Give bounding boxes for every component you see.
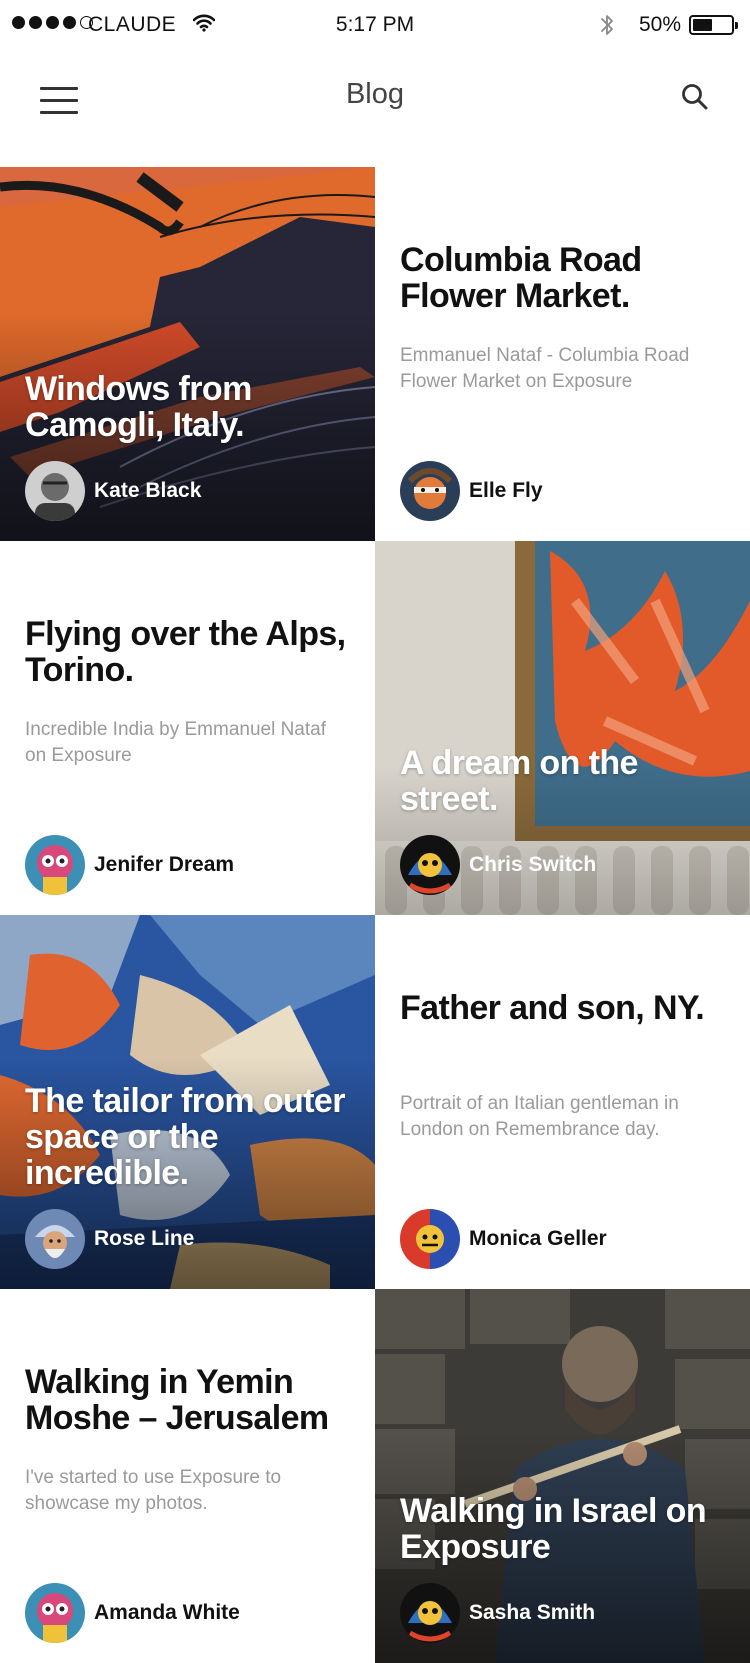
author-avatar <box>25 1209 85 1269</box>
search-button[interactable] <box>678 80 716 118</box>
post-title: Columbia Road Flower Market. <box>400 241 642 315</box>
hamburger-menu-button[interactable] <box>38 83 80 119</box>
status-bar: CLAUDE 5:17 PM 50% <box>0 0 750 50</box>
post-description: Incredible India by Emmanuel Nataf on Ex… <box>25 719 326 766</box>
post-author[interactable]: Kate Black <box>25 461 201 521</box>
bluetooth-icon <box>599 12 615 44</box>
post-title: Walking in Israel on Exposure <box>400 1492 707 1566</box>
post-title: A dream on the street. <box>400 744 638 818</box>
search-icon <box>682 84 708 110</box>
post-description: Portrait of an Italian gentleman in Lond… <box>400 1093 679 1140</box>
post-card[interactable]: Columbia Road Flower Market. Emmanuel Na… <box>375 167 750 541</box>
author-name: Jenifer Dream <box>94 853 235 876</box>
post-description: I've started to use Exposure to showcase… <box>25 1467 282 1514</box>
post-title: Windows from Camogli, Italy. <box>25 370 252 444</box>
post-card[interactable]: The tailor from outer space or the incre… <box>0 915 375 1289</box>
author-avatar <box>400 1583 460 1643</box>
post-card[interactable]: A dream on the street. Chris Switch <box>375 541 750 915</box>
post-author[interactable]: Chris Switch <box>400 835 596 895</box>
post-card[interactable]: Walking in Israel on Exposure Sasha Smit… <box>375 1289 750 1663</box>
author-name: Rose Line <box>94 1227 195 1250</box>
author-avatar <box>400 461 460 521</box>
post-title: Flying over the Alps, Torino. <box>25 615 346 689</box>
author-name: Kate Black <box>94 479 202 502</box>
battery-level-fill <box>693 19 712 31</box>
post-author[interactable]: Sasha Smith <box>400 1583 595 1643</box>
author-name: Monica Geller <box>469 1227 607 1250</box>
post-title: The tailor from outer space or the incre… <box>25 1082 345 1192</box>
author-name: Chris Switch <box>469 853 597 876</box>
post-card[interactable]: Father and son, NY. Portrait of an Itali… <box>375 915 750 1289</box>
post-author[interactable]: Jenifer Dream <box>25 835 234 895</box>
page-title: Blog <box>345 78 405 110</box>
post-card[interactable]: Windows from Camogli, Italy. Kate Black <box>0 167 375 541</box>
battery-icon <box>689 15 738 35</box>
status-time: 5:17 PM <box>335 13 415 36</box>
post-author[interactable]: Amanda White <box>25 1583 240 1643</box>
author-avatar <box>400 1209 460 1269</box>
author-name: Sasha Smith <box>469 1601 596 1624</box>
post-description: Emmanuel Nataf - Columbia Road Flower Ma… <box>400 345 690 392</box>
author-avatar <box>25 461 85 521</box>
post-title: Father and son, NY. <box>400 989 705 1027</box>
post-card[interactable]: Flying over the Alps, Torino. Incredible… <box>0 541 375 915</box>
navigation-bar: Blog <box>0 50 750 168</box>
post-author[interactable]: Elle Fly <box>400 461 543 521</box>
post-card[interactable]: Walking in Yemin Moshe – Jerusalem I've … <box>0 1289 375 1663</box>
post-title: Walking in Yemin Moshe – Jerusalem <box>25 1363 329 1437</box>
author-avatar <box>25 835 85 895</box>
author-name: Elle Fly <box>469 479 543 502</box>
post-author[interactable]: Rose Line <box>25 1209 194 1269</box>
post-author[interactable]: Monica Geller <box>400 1209 607 1269</box>
author-name: Amanda White <box>94 1601 240 1624</box>
author-avatar <box>25 1583 85 1643</box>
author-avatar <box>400 835 460 895</box>
battery-percentage: 50% <box>639 13 682 36</box>
